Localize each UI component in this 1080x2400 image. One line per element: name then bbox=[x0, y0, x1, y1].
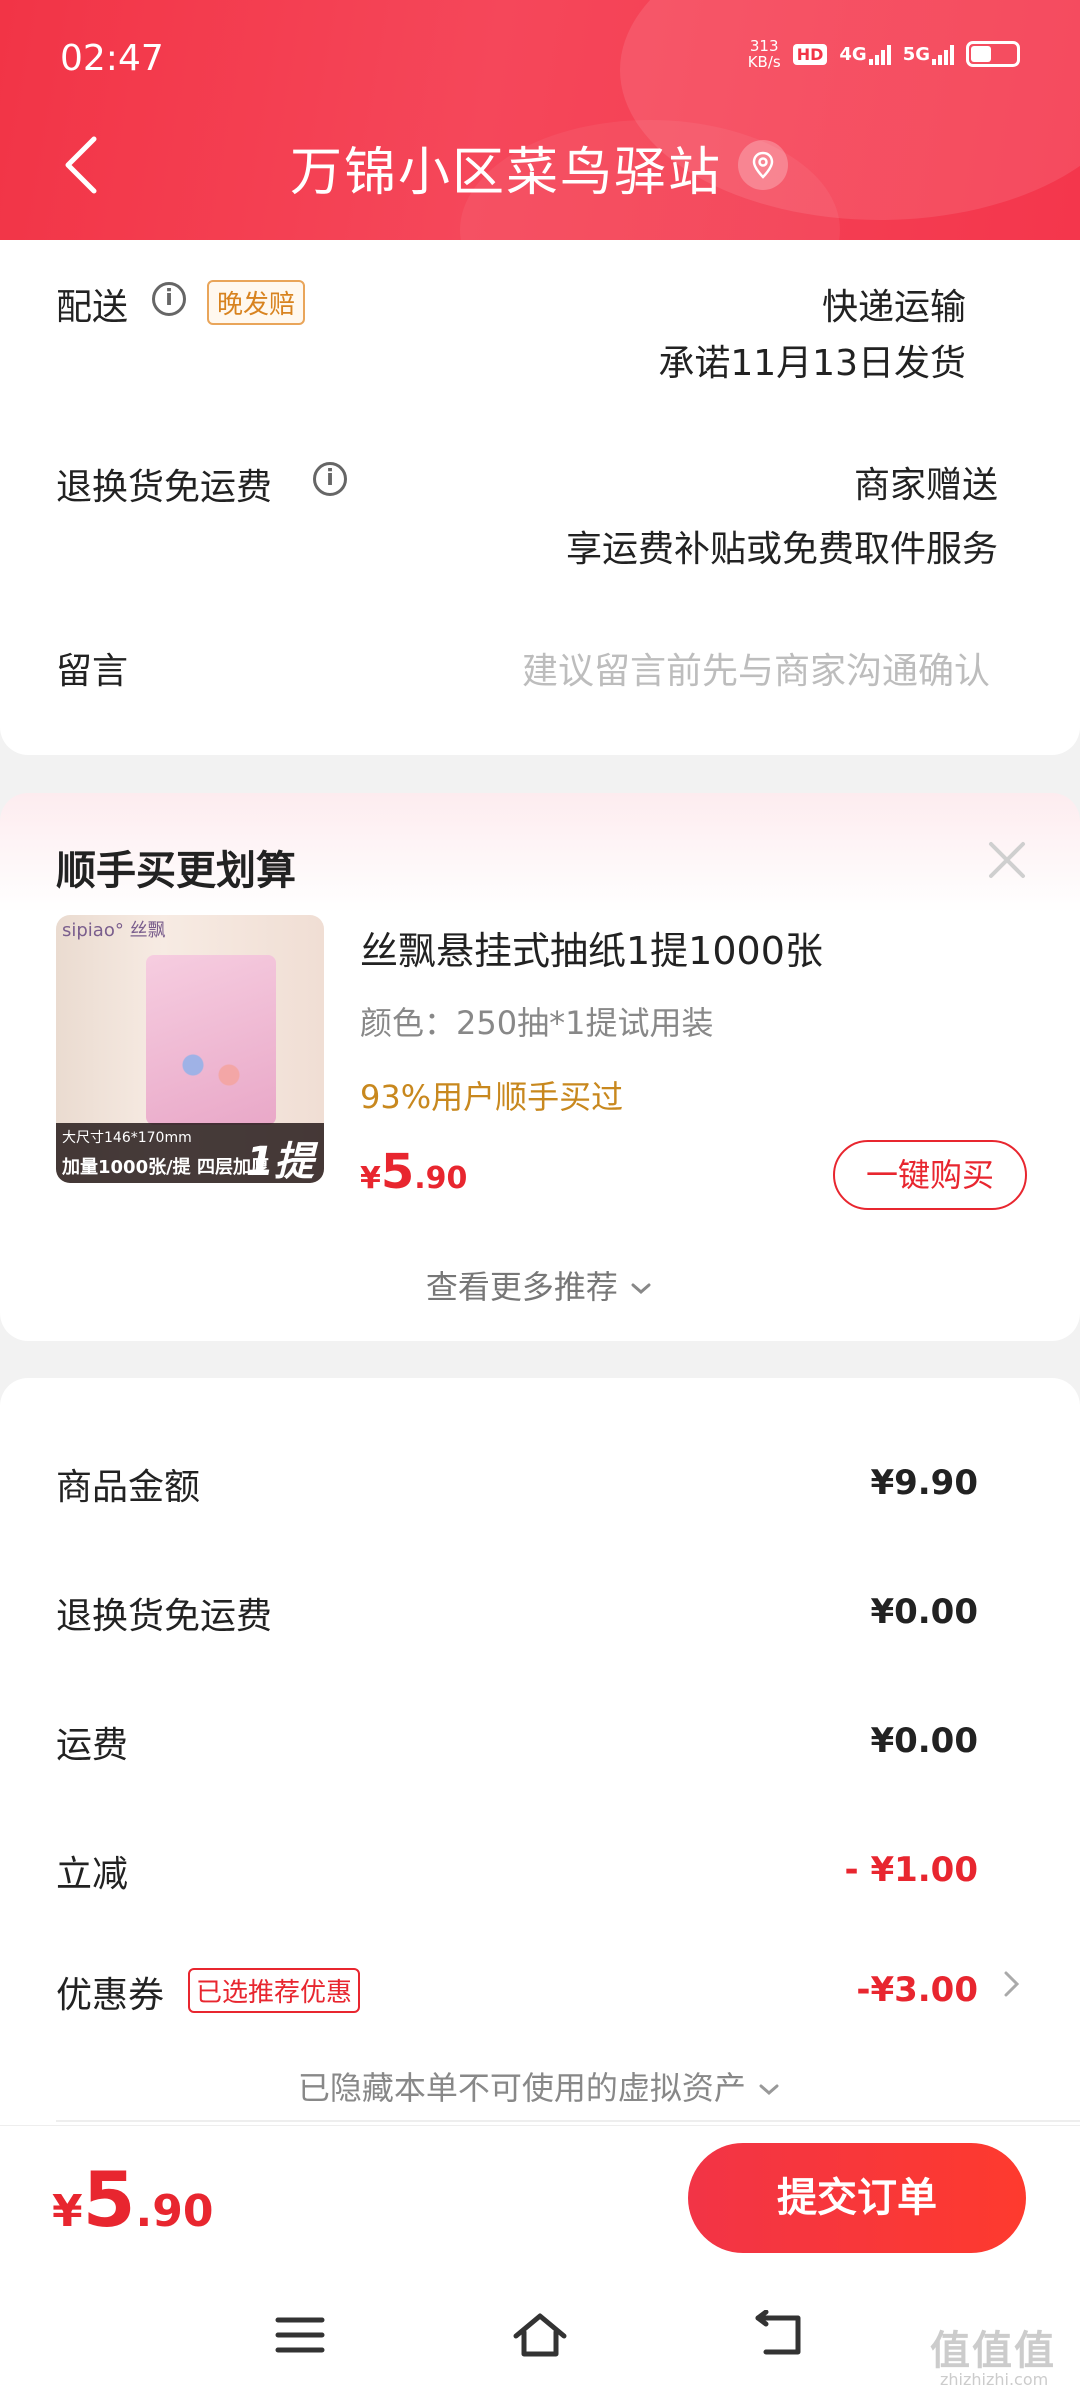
net-speed-unit: KB/s bbox=[747, 53, 781, 71]
shipping-fee-value: ¥0.00 bbox=[870, 1721, 978, 1761]
goods-amount-label: 商品金额 bbox=[56, 1467, 201, 1508]
menu-icon[interactable] bbox=[270, 2310, 330, 2360]
product-name[interactable]: 丝飘悬挂式抽纸1提1000张 bbox=[360, 920, 823, 975]
message-label: 留言 bbox=[56, 651, 129, 692]
signal-4g-icon: 4G bbox=[839, 43, 891, 65]
product-purchase-stat: 93%用户顺手买过 bbox=[360, 1078, 624, 1116]
image-promo-text: 加量1000张/提 四层加厚 bbox=[62, 1157, 269, 1178]
price-decimal: .90 bbox=[414, 1161, 468, 1196]
return-shipping-value: 商家赠送 bbox=[853, 465, 998, 506]
chevron-down-icon bbox=[631, 1283, 651, 1294]
return-shipping-label: 退换货免运费 bbox=[56, 467, 273, 508]
instant-discount-value: - ¥1.00 bbox=[844, 1850, 979, 1890]
page-title[interactable]: 万锦小区菜鸟驿站 bbox=[290, 130, 722, 205]
watermark-url: zhizhizhi.com bbox=[940, 2370, 1049, 2389]
total-integer: 5 bbox=[82, 2155, 136, 2244]
return-shipping-desc: 享运费补贴或免费取件服务 bbox=[565, 529, 998, 570]
battery-icon bbox=[966, 41, 1020, 67]
late-ship-compensation-tag: 晚发赔 bbox=[207, 280, 306, 325]
image-badge: 1提 bbox=[246, 1139, 314, 1183]
total-currency: ¥ bbox=[52, 2186, 83, 2237]
hidden-assets-label: 已隐藏本单不可使用的虚拟资产 bbox=[297, 2069, 746, 2107]
close-icon[interactable] bbox=[985, 838, 1029, 882]
net-speed: 313 KB/s bbox=[748, 38, 781, 70]
product-image-banner: 大尺寸146*170mm 加量1000张/提 四层加厚 1提 bbox=[56, 1123, 324, 1183]
coupon-value[interactable]: -¥3.00 bbox=[856, 1970, 978, 2010]
divider bbox=[56, 2120, 1080, 2122]
back-arrow-icon[interactable] bbox=[60, 135, 104, 195]
watermark: 值值值 bbox=[930, 2328, 1056, 2374]
chevron-right-icon[interactable] bbox=[1000, 1967, 1024, 2001]
coupon-label: 优惠券 bbox=[56, 1975, 165, 2016]
more-recommend-link[interactable]: 查看更多推荐 bbox=[0, 1262, 1080, 1308]
total-decimal: .90 bbox=[135, 2186, 214, 2237]
order-total: ¥5.90 bbox=[52, 2155, 213, 2244]
status-time: 02:47 bbox=[60, 38, 164, 79]
ship-promise: 承诺11月13日发货 bbox=[658, 343, 966, 384]
info-icon[interactable]: i bbox=[152, 282, 186, 316]
instant-discount-label: 立减 bbox=[56, 1854, 129, 1895]
shipping-fee-label: 运费 bbox=[56, 1725, 129, 1766]
goods-amount-value: ¥9.90 bbox=[870, 1463, 978, 1503]
net-speed-value: 313 bbox=[749, 37, 779, 55]
tissue-pack-illustration bbox=[146, 955, 276, 1125]
net2-label: 5G bbox=[902, 43, 930, 65]
signal-5g-icon: 5G bbox=[903, 44, 954, 65]
message-input[interactable]: 建议留言前先与商家沟通确认 bbox=[522, 642, 990, 694]
recommend-title: 顺手买更划算 bbox=[56, 848, 296, 894]
submit-order-button[interactable]: 提交订单 bbox=[688, 2143, 1026, 2253]
delivery-label: 配送 bbox=[56, 287, 129, 328]
product-image[interactable]: sipiao° 丝飘 大尺寸146*170mm 加量1000张/提 四层加厚 1… bbox=[56, 915, 324, 1183]
more-recommend-label: 查看更多推荐 bbox=[425, 1268, 618, 1306]
back-nav-icon[interactable] bbox=[750, 2310, 810, 2360]
hidden-assets-link[interactable]: 已隐藏本单不可使用的虚拟资产 bbox=[0, 2063, 1080, 2109]
home-icon[interactable] bbox=[510, 2310, 570, 2360]
delivery-method[interactable]: 快递运输 bbox=[822, 278, 966, 330]
status-bar-icons: 313 KB/s HD 4G 5G bbox=[748, 38, 1020, 70]
net1-label: 4G bbox=[839, 43, 867, 65]
price-currency: ¥ bbox=[360, 1161, 381, 1196]
product-brand: sipiao° 丝飘 bbox=[62, 920, 166, 941]
location-pin-icon[interactable] bbox=[738, 140, 788, 190]
hd-icon: HD bbox=[792, 43, 828, 65]
return-shipping-fee-value: ¥0.00 bbox=[870, 1592, 978, 1632]
return-shipping-fee-label: 退换货免运费 bbox=[56, 1596, 273, 1637]
product-price: ¥5.90 bbox=[360, 1144, 467, 1200]
coupon-recommend-tag: 已选推荐优惠 bbox=[188, 1968, 361, 2013]
price-integer: 5 bbox=[380, 1144, 415, 1200]
product-variant[interactable]: 颜色：250抽*1提试用装 bbox=[360, 998, 713, 1044]
info-icon[interactable]: i bbox=[313, 462, 347, 496]
chevron-down-icon bbox=[759, 2084, 779, 2095]
header-bar bbox=[0, 0, 1080, 245]
image-size-text: 大尺寸146*170mm bbox=[62, 1130, 192, 1146]
one-click-buy-button[interactable]: 一键购买 bbox=[833, 1140, 1027, 1210]
